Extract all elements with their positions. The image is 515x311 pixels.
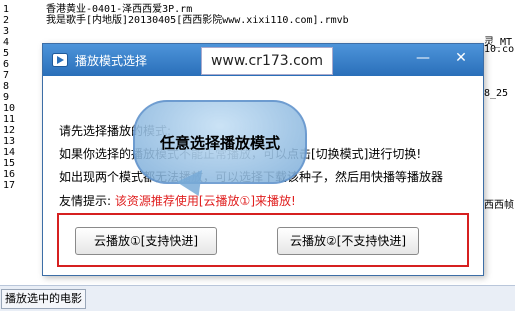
row-number: 6	[3, 59, 10, 70]
row-number: 5	[3, 48, 10, 59]
row-number: 15	[3, 158, 16, 169]
dialog-title: 播放模式选择	[75, 54, 148, 68]
playlist-partial-text: 西西帧	[484, 200, 514, 211]
row-title: 我是歌手[内地版]20130405[西西影院www.xixi110.com].r…	[46, 15, 349, 26]
status-bar: 播放选中的电影	[0, 285, 515, 311]
row-number: 1	[3, 4, 10, 15]
row-number: 4	[3, 37, 10, 48]
row-number: 16	[3, 169, 16, 180]
play-selected-button[interactable]: 播放选中的电影	[1, 289, 86, 309]
row-number: 17	[3, 180, 16, 191]
app-icon	[52, 53, 68, 67]
playlist-partial-text: 8_25	[484, 88, 509, 99]
row-number: 10	[3, 103, 16, 114]
row-number: 12	[3, 125, 16, 136]
cloud-play-2-button[interactable]: 云播放②[不支持快进]	[277, 227, 419, 255]
row-number: 8	[3, 81, 10, 92]
tooltip-text: 任意选择播放模式	[159, 134, 280, 152]
tip-text: 该资源推荐使用[云播放①]来播放!	[114, 194, 296, 208]
cloud-play-1-button[interactable]: 云播放①[支持快进]	[75, 227, 217, 255]
row-number: 9	[3, 92, 10, 103]
row-number: 2	[3, 15, 10, 26]
watermark-url: www.cr173.com	[201, 47, 333, 75]
row-number: 3	[3, 26, 10, 37]
row-number: 13	[3, 136, 16, 147]
row-number: 11	[3, 114, 16, 125]
tooltip-bubble: 任意选择播放模式	[133, 100, 307, 184]
row-number: 14	[3, 147, 16, 158]
row-number: 7	[3, 70, 10, 81]
highlight-frame: 云播放①[支持快进] 云播放②[不支持快进]	[57, 213, 469, 267]
minimize-button[interactable]: —	[413, 48, 433, 68]
row-title: 香港黄业-0401-泽西西爱3P.rm	[46, 4, 193, 15]
close-button[interactable]: ✕	[451, 48, 471, 68]
tip-label: 友情提示:	[59, 194, 112, 208]
dialog-titlebar[interactable]: 播放模式选择 www.cr173.com — ✕	[43, 44, 483, 76]
playlist-partial-text: 10.co	[484, 44, 515, 55]
tip-line: 友情提示: 该资源推荐使用[云播放①]来播放!	[59, 192, 296, 209]
